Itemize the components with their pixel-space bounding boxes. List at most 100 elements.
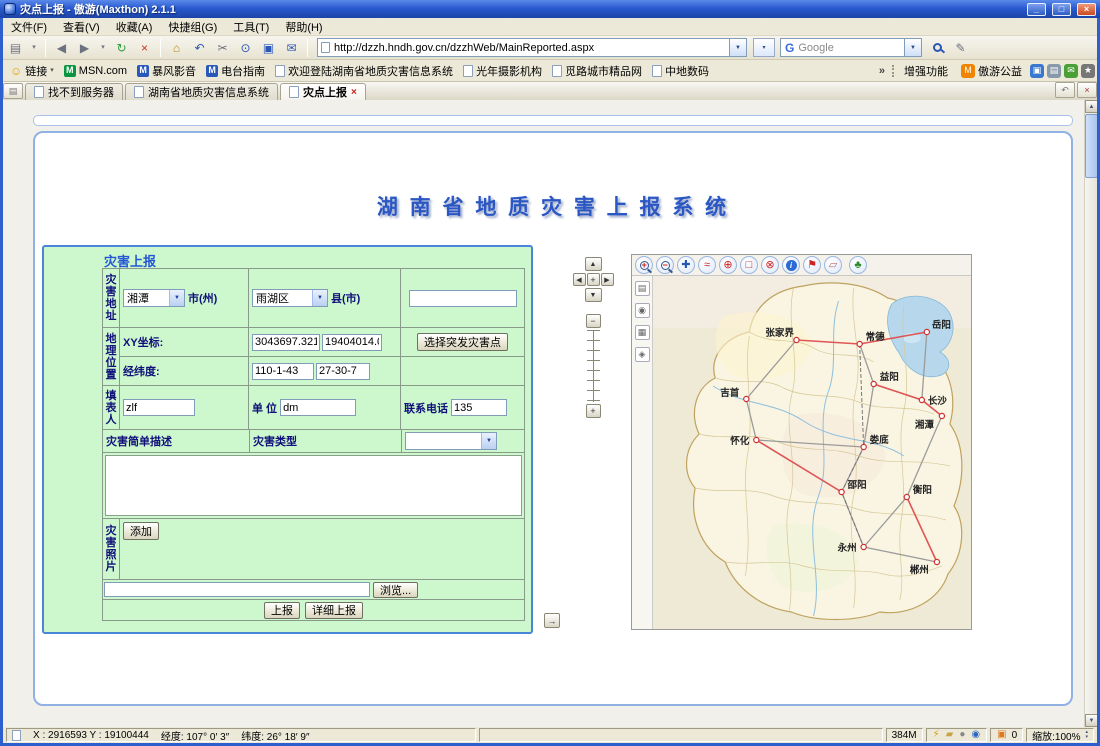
- zoom-in-button[interactable]: +: [586, 404, 601, 418]
- forward-button[interactable]: ▶: [74, 38, 95, 58]
- layer-list-icon[interactable]: ▦: [635, 325, 650, 340]
- close-current-tab-button[interactable]: ×: [1077, 82, 1097, 98]
- highlight-button[interactable]: ✎: [950, 38, 971, 58]
- undo-button[interactable]: ↶: [189, 38, 210, 58]
- map-mark-point-button[interactable]: ⚑: [803, 256, 821, 274]
- longitude-input[interactable]: [252, 363, 314, 380]
- close-tab-icon[interactable]: ×: [351, 87, 357, 98]
- description-textarea[interactable]: [105, 455, 522, 516]
- more-links-button[interactable]: »: [875, 65, 889, 77]
- search-box[interactable]: G Google ▼: [780, 38, 922, 57]
- eagle-eye-icon[interactable]: ◉: [635, 303, 650, 318]
- search-engine-dropdown-button[interactable]: ▼: [904, 39, 921, 56]
- tab-disaster-info-system[interactable]: 湖南省地质灾害信息系统: [125, 83, 278, 100]
- expand-panel-button[interactable]: →: [544, 613, 560, 628]
- browse-button[interactable]: 浏览...: [373, 582, 418, 598]
- vertical-scrollbar[interactable]: ▲ ▼: [1084, 100, 1097, 727]
- feed-icon[interactable]: ✉: [1064, 64, 1078, 78]
- address-dropdown-button[interactable]: ▼: [729, 39, 746, 56]
- menu-tools[interactable]: 工具(T): [225, 17, 277, 37]
- zoom-out-button[interactable]: −: [586, 314, 601, 328]
- stop-button[interactable]: ×: [134, 38, 155, 58]
- address-bar[interactable]: http://dzzh.hndh.gov.cn/dzzhWeb/MainRepo…: [317, 38, 747, 57]
- tab-disaster-report[interactable]: 灾点上报 ×: [280, 83, 366, 100]
- folder-icon[interactable]: ▰: [946, 730, 954, 740]
- pan-down-button[interactable]: ▼: [585, 288, 602, 302]
- enhance-features-button[interactable]: 增强功能: [899, 63, 953, 79]
- zoom-slider[interactable]: [587, 330, 600, 402]
- filter-icon[interactable]: ●: [959, 730, 965, 740]
- mail-button[interactable]: ✉: [281, 38, 302, 58]
- network-icon[interactable]: ◉: [971, 730, 980, 740]
- maximize-button[interactable]: □: [1052, 3, 1071, 16]
- pick-disaster-point-button[interactable]: 选择突发灾害点: [417, 333, 508, 351]
- home-button[interactable]: ⌂: [166, 38, 187, 58]
- history-button[interactable]: ⊙: [235, 38, 256, 58]
- link-photo-agency[interactable]: 光年摄影机构: [458, 63, 547, 79]
- scroll-up-button[interactable]: ▲: [1085, 100, 1097, 113]
- x-coordinate-input[interactable]: [252, 334, 320, 351]
- history-dropdown-button[interactable]: ▾: [97, 38, 109, 58]
- link-baofeng[interactable]: M暴风影音: [132, 63, 201, 79]
- map-eraser-button[interactable]: ▱: [824, 256, 842, 274]
- map-canvas[interactable]: 张家界 常德 岳阳 吉首 益阳 长沙 怀化 娄底 湘潭 邵阳 衡阳: [653, 276, 971, 629]
- add-photo-button[interactable]: 添加: [123, 522, 159, 540]
- pan-right-button[interactable]: ▶: [601, 273, 614, 286]
- capture-button[interactable]: ▣: [258, 38, 279, 58]
- latitude-input[interactable]: [316, 363, 370, 380]
- search-input[interactable]: Google: [798, 42, 900, 54]
- menu-file[interactable]: 文件(F): [3, 17, 55, 37]
- map-pan-button[interactable]: ✚: [677, 256, 695, 274]
- menu-favorites[interactable]: 收藏(A): [108, 17, 161, 37]
- link-city-boutique[interactable]: 觅路城市精品网: [547, 63, 647, 79]
- detail-address-input[interactable]: [409, 290, 517, 307]
- search-go-button[interactable]: [927, 38, 948, 58]
- map-select-rectangle-button[interactable]: □: [740, 256, 758, 274]
- maxthon-charity-button[interactable]: M 傲游公益: [953, 63, 1027, 79]
- county-select[interactable]: 雨湖区 ▼: [252, 289, 328, 307]
- pan-up-button[interactable]: ▲: [585, 257, 602, 271]
- new-page-button[interactable]: ▤: [5, 38, 26, 58]
- locate-icon[interactable]: ◈: [635, 347, 650, 362]
- menu-groups[interactable]: 快捷组(G): [160, 17, 225, 37]
- new-page-dropdown-button[interactable]: ▾: [28, 38, 40, 58]
- cut-button[interactable]: ✂: [212, 38, 233, 58]
- pan-center-button[interactable]: +: [587, 273, 600, 286]
- map-measure-button[interactable]: ≈: [698, 256, 716, 274]
- refresh-button[interactable]: ↻: [111, 38, 132, 58]
- back-button[interactable]: ◀: [51, 38, 72, 58]
- legend-icon[interactable]: ▤: [635, 281, 650, 296]
- map-identify-button[interactable]: i: [782, 256, 800, 274]
- map-clear-selection-button[interactable]: ⊗: [761, 256, 779, 274]
- y-coordinate-input[interactable]: [322, 334, 382, 351]
- unit-input[interactable]: [280, 399, 356, 416]
- undo-closed-tab-button[interactable]: ↶: [1055, 82, 1075, 98]
- map-zoom-out-button[interactable]: −: [656, 256, 674, 274]
- link-radio-guide[interactable]: M电台指南: [201, 63, 270, 79]
- menu-view[interactable]: 查看(V): [55, 17, 108, 37]
- tab-server-not-found[interactable]: 找不到服务器: [25, 83, 123, 100]
- ad-block-shield-icon[interactable]: ▣: [997, 730, 1006, 740]
- pan-left-button[interactable]: ◀: [573, 273, 586, 286]
- link-zhongdi[interactable]: 中地数码: [647, 63, 714, 79]
- zoom-spinner[interactable]: ▴ ▾: [1085, 730, 1088, 740]
- close-button[interactable]: ×: [1077, 3, 1096, 16]
- address-input[interactable]: http://dzzh.hndh.gov.cn/dzzhWeb/MainRepo…: [334, 42, 725, 54]
- submit-button[interactable]: 上报: [264, 602, 300, 619]
- reporter-name-input[interactable]: [123, 399, 195, 416]
- boost-icon[interactable]: ⚡: [933, 730, 940, 740]
- link-msn[interactable]: MMSN.com: [59, 65, 132, 77]
- search-options-button[interactable]: ▾: [753, 38, 775, 57]
- favorites-panel-button[interactable]: ▤: [3, 83, 23, 99]
- links-folder[interactable]: ☺ 链接 ▾: [5, 63, 59, 79]
- plugin-icon[interactable]: ★: [1081, 64, 1095, 78]
- map-layers-button[interactable]: ♣: [849, 256, 867, 274]
- panel-icon[interactable]: ▣: [1030, 64, 1044, 78]
- menu-help[interactable]: 帮助(H): [277, 17, 330, 37]
- minimize-button[interactable]: _: [1027, 3, 1046, 16]
- scrollbar-thumb[interactable]: [1085, 114, 1097, 178]
- file-path-input[interactable]: [104, 582, 370, 597]
- city-select[interactable]: 湘潭 ▼: [123, 289, 185, 307]
- detailed-submit-button[interactable]: 详细上报: [305, 602, 363, 619]
- phone-input[interactable]: [451, 399, 507, 416]
